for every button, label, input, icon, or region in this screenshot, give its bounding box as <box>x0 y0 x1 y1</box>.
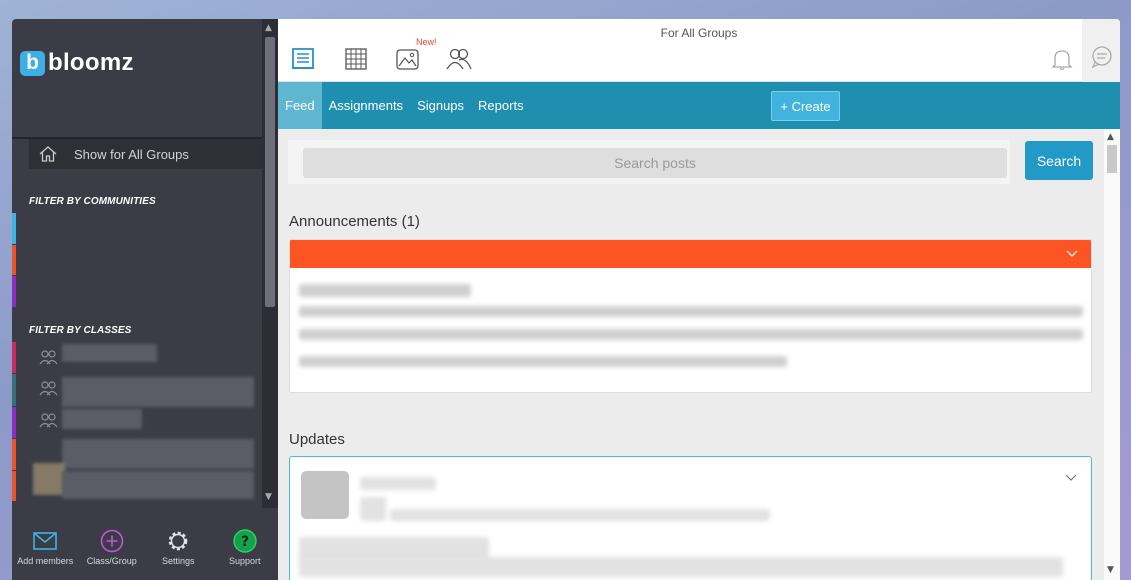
support-label: Support <box>228 556 261 566</box>
settings-button[interactable]: Settings <box>145 528 211 566</box>
support-button[interactable]: ? Support <box>212 528 278 566</box>
scroll-down-arrow-icon[interactable]: ▼ <box>1107 565 1114 575</box>
photos-icon[interactable] <box>394 46 422 72</box>
plus-circle-icon <box>100 529 124 553</box>
tab-signups[interactable]: Signups <box>410 82 471 129</box>
calendar-icon[interactable] <box>342 46 370 72</box>
update-card[interactable] <box>289 456 1092 580</box>
redacted-class-name <box>62 471 254 499</box>
redacted-text <box>390 509 770 521</box>
communities-heading: FILTER BY COMMUNITIES <box>29 196 156 207</box>
redacted-class-name <box>62 377 254 407</box>
redacted-text <box>299 284 471 297</box>
main-panel: For All Groups New! Feed Assignments Sig… <box>278 19 1120 580</box>
app-logo[interactable]: b bloomz <box>20 49 134 77</box>
avatar <box>301 471 349 519</box>
chat-area <box>1082 19 1120 82</box>
add-members-button[interactable]: Add members <box>12 528 78 566</box>
classes-heading: FILTER BY CLASSES <box>29 325 132 336</box>
question-icon: ? <box>233 529 257 553</box>
announcements-title: Announcements (1) <box>289 213 420 230</box>
community-item[interactable] <box>12 245 16 275</box>
scroll-up-arrow-icon[interactable]: ▲ <box>1107 132 1114 142</box>
gear-icon <box>168 531 188 551</box>
chat-icon[interactable] <box>1090 45 1114 69</box>
class-item[interactable] <box>12 342 16 373</box>
chevron-down-icon[interactable] <box>1065 474 1077 482</box>
class-group-button[interactable]: Class/Group <box>79 528 145 566</box>
feed-scrollbar[interactable]: ▲ ▼ <box>1104 129 1120 580</box>
nav-bar: Feed Assignments Signups Reports + Creat… <box>278 82 1120 129</box>
envelope-icon <box>33 532 58 550</box>
bell-icon[interactable] <box>1050 46 1074 72</box>
svg-text:?: ? <box>241 534 249 550</box>
class-item[interactable] <box>12 439 16 470</box>
tab-assignments[interactable]: Assignments <box>322 82 410 129</box>
chevron-down-icon[interactable] <box>1066 250 1078 258</box>
logo-badge: b <box>20 50 45 76</box>
show-all-groups-label: Show for All Groups <box>74 146 189 162</box>
class-row[interactable] <box>38 409 58 431</box>
search-input[interactable] <box>303 148 1007 178</box>
scroll-down-arrow-icon[interactable]: ▼ <box>265 492 272 502</box>
sidebar-scrollbar[interactable]: ▲ ▼ <box>262 19 278 508</box>
class-item[interactable] <box>12 407 16 438</box>
logo-text: bloomz <box>48 49 134 76</box>
sidebar-bottom-bar: Add members Class/Group Settings ? Suppo… <box>12 508 278 580</box>
settings-label: Settings <box>161 556 195 566</box>
redacted-class-name <box>62 344 157 362</box>
home-icon <box>39 146 57 162</box>
sidebar-scroll-thumb[interactable] <box>265 37 275 307</box>
group-icon <box>39 350 58 365</box>
class-item[interactable] <box>12 374 16 406</box>
redacted-class-avatar <box>33 463 65 495</box>
create-button[interactable]: + Create <box>771 91 840 121</box>
feed-icon[interactable] <box>290 46 318 72</box>
feed-scroll-thumb[interactable] <box>1107 145 1117 173</box>
redacted-text <box>299 329 1083 340</box>
app-window: b bloomz Show for All Groups FILTER BY C… <box>12 19 1120 580</box>
top-bar: For All Groups New! <box>278 19 1120 82</box>
page-title: For All Groups <box>660 26 738 40</box>
redacted-text <box>360 477 436 490</box>
updates-title: Updates <box>289 431 345 448</box>
redacted-text <box>360 497 386 521</box>
community-item[interactable] <box>12 213 16 244</box>
announcement-header[interactable] <box>290 240 1091 268</box>
class-group-label: Class/Group <box>86 556 137 566</box>
add-members-label: Add members <box>17 556 74 566</box>
community-item[interactable] <box>12 276 16 307</box>
tab-feed[interactable]: Feed <box>278 82 322 129</box>
redacted-class-name <box>62 409 142 429</box>
group-icon <box>39 413 58 428</box>
redacted-text <box>299 557 1063 577</box>
search-bar <box>288 140 1010 184</box>
new-badge: New! <box>416 37 437 47</box>
redacted-class-name <box>62 439 254 469</box>
scroll-up-arrow-icon[interactable]: ▲ <box>265 23 272 33</box>
search-button[interactable]: Search <box>1025 141 1093 180</box>
feed-content: Search Announcements (1) Updates <box>278 129 1104 580</box>
class-item[interactable] <box>12 471 16 501</box>
redacted-text <box>299 306 1083 317</box>
announcement-card[interactable] <box>289 239 1092 393</box>
class-row[interactable] <box>38 377 58 399</box>
class-row[interactable] <box>38 346 58 368</box>
sidebar: b bloomz Show for All Groups FILTER BY C… <box>12 19 278 580</box>
tab-reports[interactable]: Reports <box>471 82 531 129</box>
show-all-groups-button[interactable]: Show for All Groups <box>29 139 262 169</box>
group-icon <box>39 381 58 396</box>
members-icon[interactable] <box>445 46 473 72</box>
redacted-text <box>299 356 787 367</box>
